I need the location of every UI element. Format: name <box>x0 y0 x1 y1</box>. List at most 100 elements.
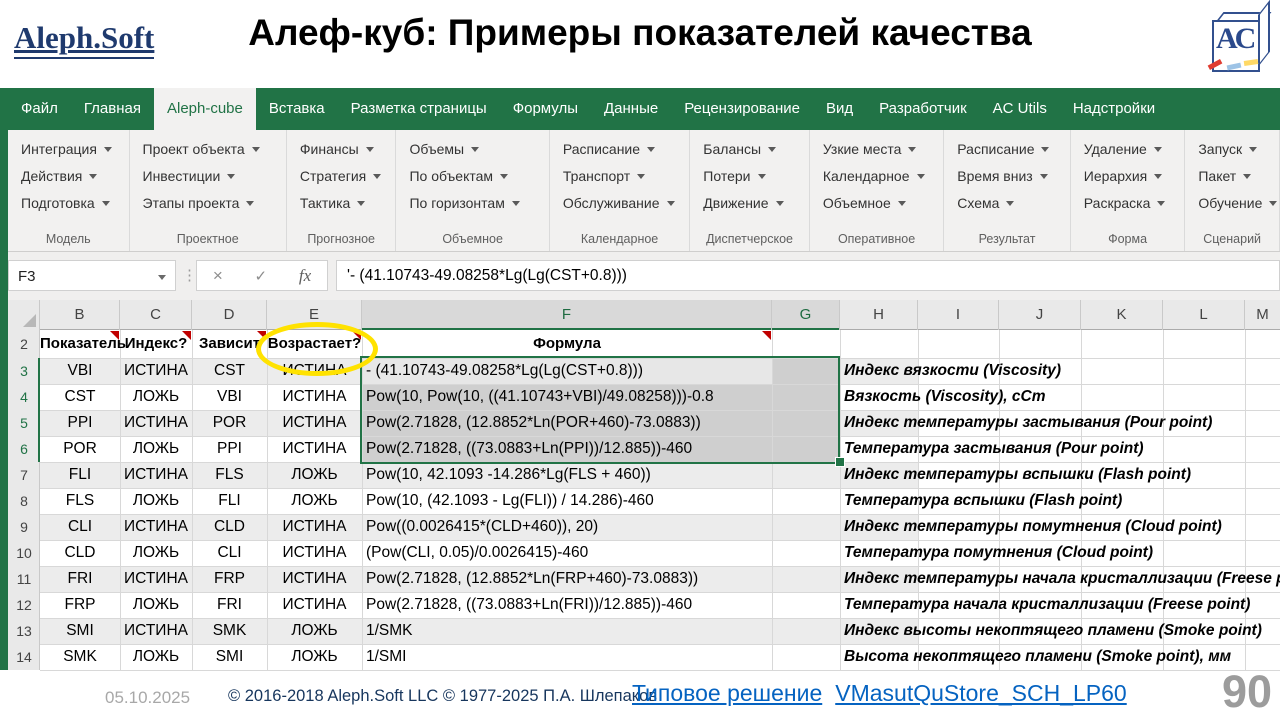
cell-E7[interactable]: ЛОЖЬ <box>267 462 362 488</box>
cell-C8[interactable]: ЛОЖЬ <box>120 488 192 514</box>
ribbon-button-g7-3[interactable]: Объемное <box>810 190 943 217</box>
ribbon-tab-aleph-cube[interactable]: Aleph-cube <box>154 88 256 130</box>
formula-input[interactable]: '- (41.10743-49.08258*Lg(Lg(CST+0.8))) <box>336 260 1280 291</box>
cell-D8[interactable]: FLI <box>192 488 267 514</box>
typical-solution-link[interactable]: Типовое решение <box>632 680 822 707</box>
cell-H6[interactable]: Температура застывания (Pour point) <box>844 436 1144 462</box>
cell-E9[interactable]: ИСТИНА <box>267 514 362 540</box>
cell-C11[interactable]: ИСТИНА <box>120 566 192 592</box>
cell-E6[interactable]: ИСТИНА <box>267 436 362 462</box>
cell-E5[interactable]: ИСТИНА <box>267 410 362 436</box>
row-header-9[interactable]: 9 <box>8 514 40 540</box>
ribbon-tab-formulas[interactable]: Формулы <box>500 88 591 130</box>
row-header-7[interactable]: 7 <box>8 462 40 488</box>
cell-C7[interactable]: ИСТИНА <box>120 462 192 488</box>
cell-C12[interactable]: ЛОЖЬ <box>120 592 192 618</box>
cell-F2[interactable]: Формула <box>362 330 772 358</box>
ribbon-button-g10-2[interactable]: Пакет <box>1185 163 1279 190</box>
ribbon-button-g7-2[interactable]: Календарное <box>810 163 943 190</box>
column-header-C[interactable]: C <box>120 300 192 330</box>
cell-E13[interactable]: ЛОЖЬ <box>267 618 362 644</box>
ribbon-button-g2-3[interactable]: Этапы проекта <box>130 190 286 217</box>
cell-B13[interactable]: SMI <box>40 618 120 644</box>
ribbon-button-g8-3[interactable]: Схема <box>944 190 1070 217</box>
cell-C9[interactable]: ИСТИНА <box>120 514 192 540</box>
cell-C5[interactable]: ИСТИНА <box>120 410 192 436</box>
ribbon-button-g2-1[interactable]: Проект объекта <box>130 136 286 163</box>
cell-B12[interactable]: FRP <box>40 592 120 618</box>
enter-icon[interactable]: ✓ <box>255 267 268 285</box>
column-header-K[interactable]: K <box>1081 300 1163 330</box>
ribbon-button-g6-2[interactable]: Потери <box>690 163 809 190</box>
cell-E4[interactable]: ИСТИНА <box>267 384 362 410</box>
select-all-corner[interactable] <box>8 300 40 330</box>
solution-code-link[interactable]: VMasutQuStore_SCH_LP60 <box>835 680 1127 707</box>
cell-E14[interactable]: ЛОЖЬ <box>267 644 362 670</box>
ribbon-button-g4-3[interactable]: По горизонтам <box>396 190 548 217</box>
cell-D5[interactable]: POR <box>192 410 267 436</box>
ribbon-tab-ac-utils[interactable]: AC Utils <box>980 88 1060 130</box>
ribbon-button-g5-1[interactable]: Расписание <box>550 136 689 163</box>
ribbon-tab-data[interactable]: Данные <box>591 88 671 130</box>
cell-H11[interactable]: Индекс температуры начала кристаллизации… <box>844 566 1280 592</box>
column-header-L[interactable]: L <box>1163 300 1245 330</box>
cell-D9[interactable]: CLD <box>192 514 267 540</box>
cell-E10[interactable]: ИСТИНА <box>267 540 362 566</box>
cell-F8[interactable]: Pow(10, (42.1093 - Lg(FLI)) / 14.286)-46… <box>366 488 654 514</box>
cell-H3[interactable]: Индекс вязкости (Viscosity) <box>844 358 1061 384</box>
cell-F13[interactable]: 1/SMK <box>366 618 413 644</box>
ribbon-tab-add-ins[interactable]: Надстройки <box>1060 88 1168 130</box>
ribbon-button-g3-1[interactable]: Финансы <box>287 136 396 163</box>
cell-H8[interactable]: Температура вспышки (Flash point) <box>844 488 1122 514</box>
cell-B7[interactable]: FLI <box>40 462 120 488</box>
row-header-10[interactable]: 10 <box>8 540 40 566</box>
ribbon-button-g10-3[interactable]: Обучение <box>1185 190 1279 217</box>
row-header-11[interactable]: 11 <box>8 566 40 592</box>
ribbon-button-g8-2[interactable]: Время вниз <box>944 163 1070 190</box>
cell-F9[interactable]: Pow((0.0026415*(CLD+460)), 20) <box>366 514 598 540</box>
cell-H10[interactable]: Температура помутнения (Cloud point) <box>844 540 1153 566</box>
cell-B14[interactable]: SMK <box>40 644 120 670</box>
cell-C13[interactable]: ИСТИНА <box>120 618 192 644</box>
column-header-H[interactable]: H <box>840 300 918 330</box>
cell-C3[interactable]: ИСТИНА <box>120 358 192 384</box>
cell-H13[interactable]: Индекс высоты некоптящего пламени (Smoke… <box>844 618 1262 644</box>
row-header-12[interactable]: 12 <box>8 592 40 618</box>
cell-D10[interactable]: CLI <box>192 540 267 566</box>
ribbon-button-g5-3[interactable]: Обслуживание <box>550 190 689 217</box>
ribbon-button-g2-2[interactable]: Инвестиции <box>130 163 286 190</box>
ribbon-button-g4-1[interactable]: Объемы <box>396 136 548 163</box>
ribbon-button-g6-3[interactable]: Движение <box>690 190 809 217</box>
cell-B8[interactable]: FLS <box>40 488 120 514</box>
row-header-13[interactable]: 13 <box>8 618 40 644</box>
row-header-14[interactable]: 14 <box>8 644 40 670</box>
row-header-8[interactable]: 8 <box>8 488 40 514</box>
cell-B6[interactable]: POR <box>40 436 120 462</box>
column-header-I[interactable]: I <box>918 300 999 330</box>
column-header-G[interactable]: G <box>772 300 840 330</box>
cell-D13[interactable]: SMK <box>192 618 267 644</box>
ribbon-button-g3-3[interactable]: Тактика <box>287 190 396 217</box>
cell-C10[interactable]: ЛОЖЬ <box>120 540 192 566</box>
ribbon-button-g1-1[interactable]: Интеграция <box>8 136 129 163</box>
ribbon-button-g5-2[interactable]: Транспорт <box>550 163 689 190</box>
ribbon-button-g9-2[interactable]: Иерархия <box>1071 163 1185 190</box>
cell-F3[interactable]: - (41.10743-49.08258*Lg(Lg(CST+0.8))) <box>366 358 643 384</box>
ribbon-button-g3-2[interactable]: Стратегия <box>287 163 396 190</box>
row-header-3[interactable]: 3 <box>8 358 40 384</box>
cell-E8[interactable]: ЛОЖЬ <box>267 488 362 514</box>
ribbon-button-g1-2[interactable]: Действия <box>8 163 129 190</box>
cell-D3[interactable]: CST <box>192 358 267 384</box>
cell-E12[interactable]: ИСТИНА <box>267 592 362 618</box>
row-header-4[interactable]: 4 <box>8 384 40 410</box>
cell-F14[interactable]: 1/SMI <box>366 644 406 670</box>
cell-F4[interactable]: Pow(10, Pow(10, ((41.10743+VBI)/49.08258… <box>366 384 714 410</box>
column-header-D[interactable]: D <box>192 300 267 330</box>
cell-B9[interactable]: CLI <box>40 514 120 540</box>
row-header-2[interactable]: 2 <box>8 330 40 358</box>
cell-D6[interactable]: PPI <box>192 436 267 462</box>
cell-D12[interactable]: FRI <box>192 592 267 618</box>
ribbon-button-g9-1[interactable]: Удаление <box>1071 136 1185 163</box>
cell-D7[interactable]: FLS <box>192 462 267 488</box>
ribbon-tab-developer[interactable]: Разработчик <box>866 88 979 130</box>
